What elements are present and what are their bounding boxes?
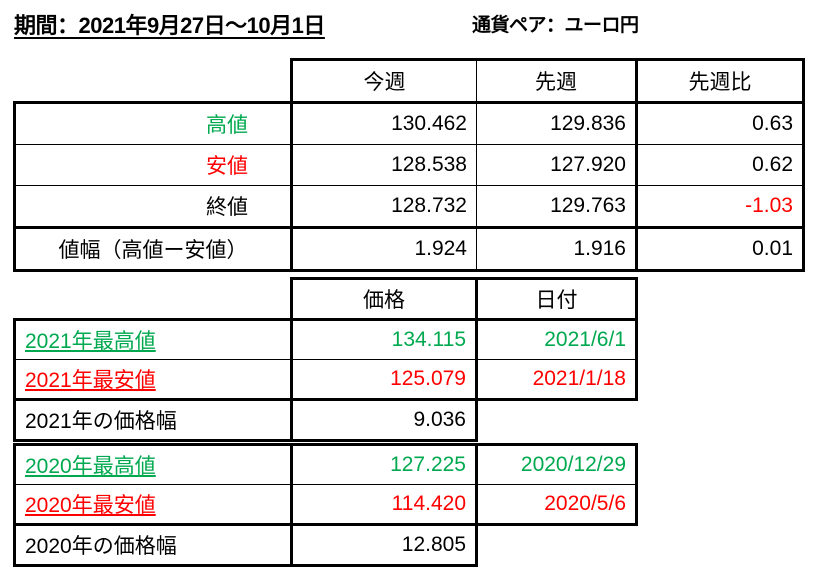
weekly-corner-cell <box>15 60 292 103</box>
row-label-2021-high: 2021年最高値 <box>13 318 292 360</box>
table-row: 2020年最安値 114.420 2020/5/6 <box>13 484 638 526</box>
cell-2020-high-date: 2020/12/29 <box>475 443 638 485</box>
row-label-2021-low: 2021年最安値 <box>13 359 292 401</box>
cell-2020-low-price: 114.420 <box>290 484 477 526</box>
row-label-2021-range: 2021年の価格幅 <box>13 399 292 442</box>
cell-high-this-week: 130.462 <box>290 102 477 145</box>
column-header-date-2021: 日付 <box>475 277 638 321</box>
cell-2021-high-price: 134.115 <box>290 318 477 360</box>
column-header-this-week: 今週 <box>290 58 477 104</box>
cell-range-this-week: 1.924 <box>290 226 477 272</box>
table-row: 2021年の価格幅 9.036 <box>13 399 637 442</box>
cell-high-last-week: 129.836 <box>476 102 637 145</box>
cell-low-this-week: 128.538 <box>290 144 477 186</box>
column-header-price-2021: 価格 <box>290 277 477 321</box>
row-label-close: 終値 <box>13 185 292 229</box>
row-label-high: 高値 <box>13 101 292 145</box>
cell-2020-low-date: 2020/5/6 <box>475 484 638 526</box>
row-label-range: 値幅（高値ー安値） <box>13 226 292 272</box>
table-row: 高値 130.462 129.836 0.63 <box>13 101 805 145</box>
cell-2020-range-date <box>477 525 637 566</box>
cell-2020-high-price: 127.225 <box>290 443 477 485</box>
cell-close-change: -1.03 <box>635 185 805 229</box>
currency-pair-label: 通貨ペア：ユーロ円 <box>472 15 639 36</box>
cell-2021-low-price: 125.079 <box>290 359 477 401</box>
row-label-low: 安値 <box>13 144 292 186</box>
table-row: 値幅（高値ー安値） 1.924 1.916 0.01 <box>13 226 805 272</box>
cell-range-change: 0.01 <box>635 226 805 272</box>
cell-range-last-week: 1.916 <box>476 226 637 272</box>
cell-close-last-week: 129.763 <box>476 185 637 229</box>
cell-close-this-week: 128.732 <box>290 185 477 229</box>
table-header-row: 価格 日付 <box>15 277 638 321</box>
cell-2021-high-date: 2021/6/1 <box>475 318 638 360</box>
cell-2021-range-date <box>477 400 637 441</box>
weekly-range-table: 値幅（高値ー安値） 1.924 1.916 0.01 <box>13 226 805 272</box>
period-label: 期間：2021年9月27日〜10月1日 <box>14 13 325 38</box>
cell-2021-range-price: 9.036 <box>290 399 478 442</box>
column-header-last-week: 先週 <box>476 58 637 104</box>
table-row: 2020年最高値 127.225 2020/12/29 <box>13 443 638 485</box>
cell-high-change: 0.63 <box>635 102 805 145</box>
weekly-summary-table: 今週 先週 先週比 高値 130.462 129.836 0.63 安値 128… <box>13 58 805 229</box>
page-header: 期間：2021年9月27日〜10月1日 通貨ペア：ユーロ円 <box>0 0 817 50</box>
cell-low-last-week: 127.920 <box>476 144 637 186</box>
cell-2021-low-date: 2021/1/18 <box>475 359 638 401</box>
page-root: { "header": { "period_label": "期間：2021年9… <box>0 0 817 576</box>
cell-2020-range-price: 12.805 <box>290 524 478 567</box>
row-label-2020-low: 2020年最安値 <box>13 484 292 526</box>
table-row: 2020年の価格幅 12.805 <box>13 524 637 567</box>
year-2021-corner-cell <box>15 279 292 320</box>
table-header-row: 今週 先週 先週比 <box>15 58 805 104</box>
cell-low-change: 0.62 <box>635 144 805 186</box>
table-row: 安値 128.538 127.920 0.62 <box>13 144 805 186</box>
row-label-2020-range: 2020年の価格幅 <box>13 524 292 567</box>
year-2021-table: 価格 日付 2021年最高値 134.115 2021/6/1 2021年最安値… <box>13 277 638 442</box>
year-2020-table: 2020年最高値 127.225 2020/12/29 2020年最安値 114… <box>13 443 638 567</box>
column-header-change: 先週比 <box>635 58 805 104</box>
table-row: 2021年最高値 134.115 2021/6/1 <box>13 318 638 360</box>
table-row: 2021年最安値 125.079 2021/1/18 <box>13 359 638 401</box>
table-row: 終値 128.732 129.763 -1.03 <box>13 185 805 229</box>
row-label-2020-high: 2020年最高値 <box>13 443 292 485</box>
